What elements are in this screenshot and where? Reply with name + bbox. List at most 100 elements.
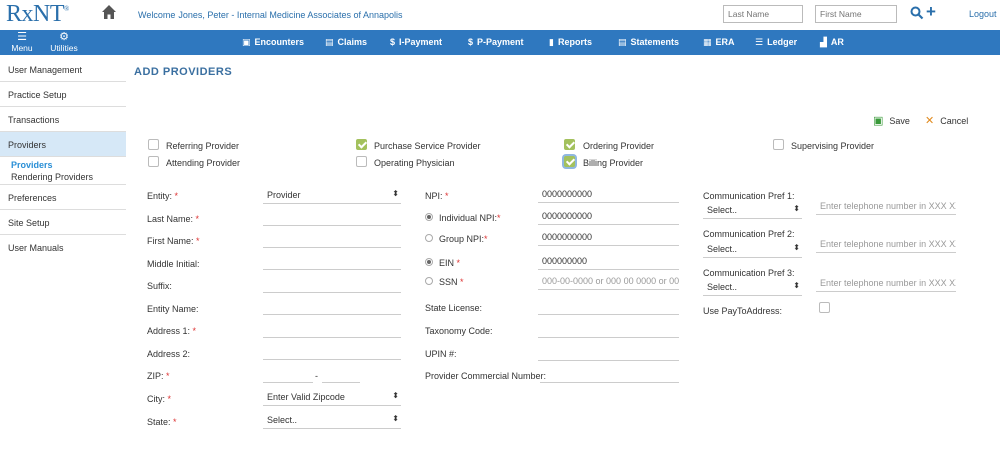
sidebar-subitem-providers[interactable]: Providers — [11, 159, 126, 171]
ssn-radio[interactable] — [425, 277, 433, 285]
home-icon[interactable] — [101, 4, 117, 20]
select-arrows-icon: ⬍ — [793, 204, 800, 213]
comm-pref1-label: Communication Pref 1: — [703, 191, 795, 201]
upin-input[interactable] — [538, 343, 679, 361]
sidebar-item-providers[interactable]: Providers — [0, 132, 126, 157]
upin-label: UPIN #: — [425, 349, 457, 359]
comm-pref1-phone-input[interactable]: Enter telephone number in XXX XXX XXXX — [816, 197, 956, 215]
ein-input[interactable]: 000000000 — [538, 252, 679, 270]
sidebar-item-preferences[interactable]: Preferences — [0, 184, 126, 210]
zip-extension-input[interactable] — [322, 365, 360, 383]
save-button[interactable]: ▣ Save — [873, 114, 910, 127]
era-icon: ▦ — [703, 37, 712, 47]
first-name-search-input[interactable] — [815, 5, 897, 23]
last-name-search-input[interactable] — [723, 5, 803, 23]
utilities-button[interactable]: ⚙ Utilities — [49, 31, 79, 54]
city-select[interactable]: Enter Valid Zipcode ⬍ — [263, 388, 401, 406]
cancel-button[interactable]: ✕ Cancel — [925, 114, 968, 127]
last-name-input[interactable] — [263, 208, 401, 226]
sidebar-subitem-rendering-providers[interactable]: Rendering Providers — [11, 171, 126, 183]
commercial-number-input[interactable] — [540, 365, 679, 383]
entity-name-input[interactable] — [263, 297, 401, 315]
nav-reports[interactable]: ▮ Reports — [549, 37, 592, 48]
dollar-icon: $ — [468, 37, 474, 47]
ssn-label: SSN * — [439, 277, 464, 287]
menu-button[interactable]: ☰ Menu — [7, 31, 37, 54]
logout-link[interactable]: Logout — [969, 9, 997, 19]
commercial-number-label: Provider Commercial Number: — [425, 371, 547, 381]
sidebar-item-site-setup[interactable]: Site Setup — [0, 210, 126, 235]
taxonomy-code-input[interactable] — [538, 320, 679, 338]
middle-initial-label: Middle Initial: — [147, 259, 200, 269]
npi-label: NPI: * — [425, 191, 449, 201]
operating-physician-checkbox[interactable] — [356, 156, 367, 167]
pay-to-address-label: Use PayToAddress: — [703, 306, 783, 316]
nav-p-payment[interactable]: $ P-Payment — [468, 37, 524, 47]
suffix-label: Suffix: — [147, 281, 172, 291]
nav-i-payment[interactable]: $ I-Payment — [390, 37, 442, 47]
select-arrows-icon: ⬍ — [392, 391, 399, 400]
supervising-provider-checkbox[interactable] — [773, 139, 784, 150]
group-npi-input[interactable]: 0000000000 — [538, 228, 679, 246]
add-patient-plus-icon[interactable]: + — [926, 3, 936, 21]
comm-pref1-select[interactable]: Select.. ⬍ — [703, 201, 802, 219]
middle-initial-input[interactable] — [263, 252, 401, 270]
nav-ledger[interactable]: ☰ Ledger — [755, 37, 797, 48]
npi-input[interactable]: 0000000000 — [538, 185, 679, 203]
sidebar-item-practice-setup[interactable]: Practice Setup — [0, 82, 126, 107]
comm-pref3-phone-input[interactable]: Enter telephone number in XXX XXX XXXX — [816, 274, 956, 292]
select-arrows-icon: ⬍ — [392, 189, 399, 198]
individual-npi-label: Individual NPI:* — [439, 213, 501, 223]
nav-encounters[interactable]: ▣ Encounters — [242, 37, 304, 48]
ein-radio[interactable] — [425, 258, 433, 266]
ledger-icon: ☰ — [755, 37, 764, 47]
comm-pref2-phone-input[interactable]: Enter telephone number in XXX XXX XXXX — [816, 235, 956, 253]
hamburger-icon: ☰ — [17, 31, 27, 43]
select-arrows-icon: ⬍ — [392, 414, 399, 423]
comm-pref3-select[interactable]: Select.. ⬍ — [703, 278, 802, 296]
select-arrows-icon: ⬍ — [793, 243, 800, 252]
operating-physician-label: Operating Physician — [374, 158, 455, 168]
billing-provider-checkbox[interactable] — [564, 156, 575, 167]
sidebar-item-user-management[interactable]: User Management — [0, 57, 126, 82]
nav-ar[interactable]: ▟ AR — [820, 37, 844, 48]
attending-provider-checkbox[interactable] — [148, 156, 159, 167]
sidebar-item-user-manuals[interactable]: User Manuals — [0, 235, 126, 260]
comm-pref2-select[interactable]: Select.. ⬍ — [703, 240, 802, 258]
top-bar: RxNT® Welcome Jones, Peter - Internal Med… — [0, 0, 1000, 30]
sidebar: User Management Practice Setup Transacti… — [0, 57, 126, 260]
user-practice-link[interactable]: Jones, Peter - Internal Medicine Associa… — [178, 10, 402, 20]
nav-claims[interactable]: ▤ Claims — [325, 37, 367, 48]
state-license-input[interactable] — [538, 297, 679, 315]
rxnt-logo[interactable]: RxNT® — [6, 1, 69, 28]
pay-to-address-checkbox[interactable] — [819, 302, 830, 313]
address1-input[interactable] — [263, 320, 401, 338]
zip-input[interactable] — [263, 365, 313, 383]
comm-pref2-label: Communication Pref 2: — [703, 229, 795, 239]
zip-dash: - — [315, 371, 318, 381]
nav-era[interactable]: ▦ ERA — [703, 37, 735, 48]
last-name-label: Last Name: * — [147, 214, 200, 224]
ordering-provider-checkbox[interactable] — [564, 139, 575, 150]
first-name-input[interactable] — [263, 230, 401, 248]
search-icon[interactable] — [910, 6, 924, 20]
state-license-label: State License: — [425, 303, 483, 313]
state-select[interactable]: Select.. ⬍ — [263, 411, 401, 429]
dollar-icon: $ — [390, 37, 396, 47]
sidebar-item-transactions[interactable]: Transactions — [0, 107, 126, 132]
ssn-input[interactable]: 000-00-0000 or 000 00 0000 or 000000000 — [538, 272, 679, 290]
gear-icon: ⚙ — [59, 31, 69, 43]
welcome-text: Welcome Jones, Peter - Internal Medicine … — [138, 10, 403, 20]
suffix-input[interactable] — [263, 275, 401, 293]
purchase-service-provider-checkbox[interactable] — [356, 139, 367, 150]
entity-select[interactable]: Provider ⬍ — [263, 186, 401, 204]
individual-npi-input[interactable]: 0000000000 — [538, 207, 679, 225]
nav-statements[interactable]: ▤ Statements — [618, 37, 679, 48]
group-npi-radio[interactable] — [425, 234, 433, 242]
referring-provider-checkbox[interactable] — [148, 139, 159, 150]
statement-icon: ▤ — [618, 37, 627, 47]
ein-label: EIN * — [439, 258, 461, 268]
individual-npi-radio[interactable] — [425, 213, 433, 221]
address2-input[interactable] — [263, 342, 401, 360]
supervising-provider-label: Supervising Provider — [791, 141, 875, 151]
